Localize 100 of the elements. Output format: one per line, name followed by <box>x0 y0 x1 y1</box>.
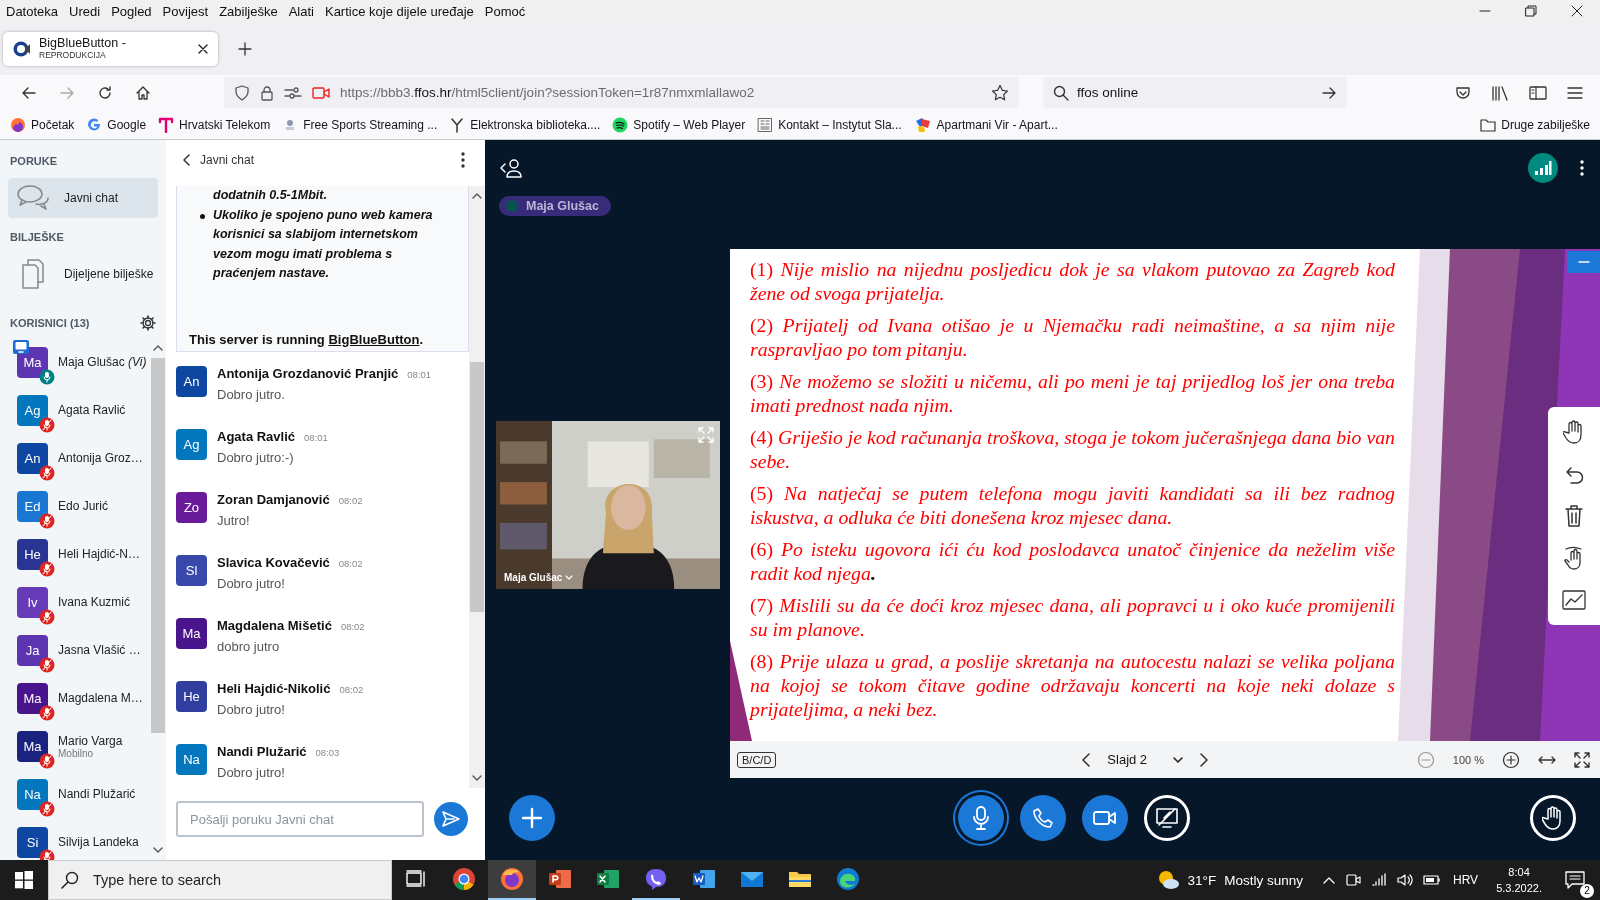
menu-icon[interactable] <box>1567 84 1583 101</box>
bookmarks-folder[interactable]: Druge zabilješke <box>1480 117 1590 132</box>
slide-dropdown[interactable]: Slajd 2 <box>1107 752 1184 767</box>
chevron-down-icon[interactable] <box>472 774 482 782</box>
send-button[interactable] <box>434 802 468 836</box>
connection-status-button[interactable] <box>1528 153 1558 183</box>
battery-icon[interactable] <box>1423 874 1441 886</box>
screen-share-button[interactable] <box>1143 794 1190 841</box>
star-icon[interactable] <box>991 83 1009 102</box>
reload-icon[interactable] <box>97 84 113 101</box>
message-input[interactable]: Pošalji poruku Javni chat <box>176 801 424 837</box>
sidebar-icon[interactable] <box>1529 84 1547 101</box>
raise-hand-button[interactable] <box>1530 794 1576 841</box>
caret-down-icon <box>565 574 574 581</box>
search-icon <box>1053 84 1069 101</box>
bookmark-link[interactable]: Početak <box>10 116 75 133</box>
trash-icon[interactable] <box>1564 504 1584 528</box>
taskbar-search-field[interactable]: Type here to search <box>48 860 392 900</box>
next-slide-icon[interactable] <box>1199 751 1210 768</box>
undo-icon[interactable] <box>1563 464 1585 484</box>
more-options-icon[interactable] <box>461 152 465 168</box>
slide-sentence: (7) Mislili su da će doći kroz mjesec dana, ali popravci u i oko kuće promijenili su im planove. <box>750 593 1395 641</box>
menu-item[interactable]: Alati <box>288 3 314 19</box>
menu-item[interactable]: Uredi <box>69 3 101 19</box>
camera-icon[interactable] <box>1345 872 1361 888</box>
notes-list-item[interactable]: Dijeljene bilješke <box>8 254 158 294</box>
t-logo-icon <box>158 116 175 133</box>
close-icon[interactable] <box>198 43 208 54</box>
more-options-icon[interactable] <box>1580 160 1584 176</box>
zoom-in-icon[interactable] <box>1502 750 1520 769</box>
user-list-item[interactable]: Iv Ivana Kuzmić <box>8 578 150 626</box>
user-list-item[interactable]: Ja Jasna Vlašić … <box>8 626 150 674</box>
chat-list-item[interactable]: Javni chat <box>8 178 158 218</box>
bookmark-link[interactable]: Free Sports Streaming ... <box>282 116 438 133</box>
lock-icon[interactable] <box>260 84 274 101</box>
menu-item[interactable]: Povijest <box>162 3 209 19</box>
wave-circle-icon <box>836 867 860 891</box>
message-text: Dobro jutro:-) <box>217 449 295 465</box>
language-indicator[interactable]: HRV <box>1453 873 1479 887</box>
chevron-up-icon[interactable] <box>153 344 163 352</box>
notifications-icon[interactable] <box>1564 870 1586 890</box>
menu-item[interactable]: Datoteka <box>6 3 59 19</box>
browser-tab[interactable]: BigBlueButton - REPRODUKCIJA <box>3 31 218 66</box>
settings-icon[interactable] <box>140 315 156 331</box>
shield-icon[interactable] <box>234 84 250 101</box>
library-icon[interactable] <box>1491 84 1509 101</box>
restore-icon[interactable] <box>1525 5 1537 17</box>
bookmark-link[interactable]: Hrvatski Telekom <box>158 116 271 133</box>
user-list-item[interactable]: Ed Edo Jurić <box>8 482 150 530</box>
user-list-item[interactable]: An Antonija Groz… <box>8 434 150 482</box>
bookmark-link[interactable]: Spotify – Web Player <box>612 116 746 133</box>
home-icon[interactable] <box>135 84 151 101</box>
user-avatar: Ag <box>176 428 207 460</box>
close-icon[interactable] <box>1571 5 1583 17</box>
pocket-icon[interactable] <box>1455 84 1471 101</box>
chevron-up-icon[interactable] <box>472 192 482 200</box>
menu-item[interactable]: Pogled <box>111 3 152 19</box>
user-list-item[interactable]: He Heli Hajdić-N… <box>8 530 150 578</box>
slide-sentence: (3) Ne možemo se složiti u ničemu, ali po meni je taj prijedlog loš jer ona treba imati prednost nada njim. <box>750 369 1395 417</box>
menu-item[interactable]: Pomoć <box>484 3 526 19</box>
taskbar-button[interactable] <box>488 860 536 900</box>
bookmark-link[interactable]: Kontakt – Instytut Sla... <box>757 116 902 133</box>
chart-icon[interactable] <box>1562 590 1586 610</box>
webcam-name-label[interactable]: Maja Glušac <box>504 572 574 583</box>
volume-icon[interactable] <box>1397 873 1413 887</box>
scrollbar[interactable] <box>469 186 485 788</box>
chat-back-link[interactable]: Javni chat <box>182 153 255 167</box>
user-list-item[interactable]: Na Nandi Plužarić <box>8 770 150 818</box>
user-list-item[interactable]: Ag Agata Ravlić <box>8 386 150 434</box>
fit-width-icon[interactable] <box>1538 754 1556 765</box>
search-field[interactable]: ffos online <box>1043 77 1347 109</box>
clock[interactable]: 8:04 5.3.2022. <box>1496 864 1542 896</box>
minimize-presentation-button[interactable] <box>1567 251 1600 273</box>
user-avatar: Na <box>176 743 207 775</box>
sliders-icon[interactable] <box>284 85 302 100</box>
slide-sentence: (6) Po isteku ugovora ići ću kod poslodavca unatoč činjenice da neželim više radit kod njega. <box>750 537 1395 585</box>
layout-button[interactable]: B/C/D <box>737 751 777 768</box>
bookmark-link[interactable]: Elektronska biblioteka.... <box>449 116 601 133</box>
link[interactable]: BigBlueButton <box>328 331 420 347</box>
bookmark-link[interactable]: Google <box>86 116 147 133</box>
start-icon[interactable] <box>15 871 33 889</box>
slide-sentence: (5) Na natječaj se putem telefona mogu javiti kandidati sa ili bez radnog iskustva, a odluka će biti donešena kroz mjesec dana. <box>750 481 1395 529</box>
menu-item[interactable]: Zabilješke <box>219 3 278 19</box>
address-bar[interactable]: https://bbb3.ffos.hr/html5client/join?sessionToken=1r87nmxmlallawo2 <box>224 77 1019 109</box>
menu-item[interactable]: Kartice koje dijele uređaje <box>324 3 474 19</box>
previous-slide-icon[interactable] <box>1081 751 1092 768</box>
user-list-toggle-icon[interactable] <box>499 158 523 178</box>
hand-icon[interactable] <box>1563 420 1585 444</box>
plus-icon[interactable] <box>238 41 252 56</box>
bookmark-link[interactable]: Apartmani Vir - Apart... <box>913 116 1058 133</box>
user-avatar: Na <box>17 778 48 810</box>
add-action-button[interactable] <box>509 794 555 841</box>
fullscreen-icon[interactable] <box>1574 751 1590 768</box>
weather-widget[interactable]: 31°F Mostly sunny <box>1155 869 1303 891</box>
user-name: Antonija Groz… <box>58 451 143 465</box>
user-list-item[interactable]: Ma Mario Varga Mobilno <box>8 722 150 770</box>
network-icon[interactable] <box>1371 873 1387 887</box>
user-list-item[interactable]: Ma Maja Glušac (Vi) <box>8 338 150 386</box>
user-list-item[interactable]: Ma Magdalena M… <box>8 674 150 722</box>
chevron-down-icon[interactable] <box>153 846 163 854</box>
